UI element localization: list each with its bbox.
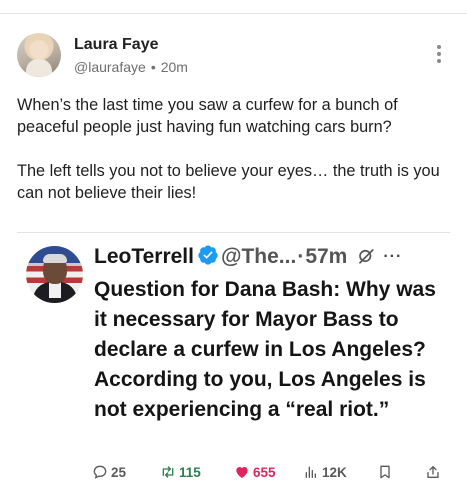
- author-avatar[interactable]: [17, 33, 61, 77]
- verified-badge-icon: [198, 245, 218, 265]
- embed-handle[interactable]: @The...: [221, 245, 296, 268]
- vertical-dots-icon[interactable]: [434, 45, 444, 67]
- like-button[interactable]: 655: [234, 460, 276, 484]
- bookmark-button[interactable]: [377, 460, 396, 484]
- reply-icon: [93, 465, 107, 479]
- repost-button[interactable]: 115: [160, 460, 201, 484]
- post-paragraph: The left tells you not to believe your e…: [17, 162, 440, 202]
- author-meta: @laurafaye • 20m: [74, 59, 188, 75]
- like-count: 655: [253, 464, 276, 480]
- embed-header: LeoTerrell @The...·57m ···: [94, 244, 454, 274]
- author-name[interactable]: Laura Faye: [74, 36, 158, 54]
- embed-more-icon[interactable]: ···: [383, 248, 402, 266]
- post-header: Laura Faye @laurafaye • 20m: [17, 33, 450, 79]
- post-paragraph: When’s the last time you saw a curfew fo…: [17, 96, 398, 136]
- action-bar: 25 115 655 12K: [92, 460, 442, 484]
- views-button[interactable]: 12K: [303, 460, 347, 484]
- embed-author-name[interactable]: LeoTerrell: [94, 245, 194, 268]
- views-chart-icon: [305, 466, 316, 478]
- views-count: 12K: [322, 464, 347, 480]
- embed-separator: ·: [297, 245, 305, 268]
- share-button[interactable]: [425, 460, 444, 484]
- heart-icon: [236, 467, 248, 478]
- bookmark-icon: [380, 465, 390, 479]
- reply-count: 25: [111, 464, 127, 480]
- repost-icon: [162, 466, 174, 478]
- author-handle[interactable]: @laurafaye: [74, 59, 146, 75]
- embed-time[interactable]: 57m: [305, 245, 347, 268]
- post-body: When’s the last time you saw a curfew fo…: [17, 94, 457, 226]
- embed-text: Question for Dana Bash: Why was it neces…: [94, 278, 436, 421]
- grok-icon[interactable]: [357, 247, 375, 265]
- embed-divider: [17, 232, 450, 233]
- embed-avatar[interactable]: [26, 246, 83, 303]
- top-divider: [0, 13, 467, 14]
- repost-count: 115: [179, 464, 201, 480]
- post-time[interactable]: 20m: [161, 59, 188, 75]
- share-icon: [427, 466, 439, 478]
- reply-button[interactable]: 25: [92, 460, 126, 484]
- meta-separator: •: [150, 59, 156, 75]
